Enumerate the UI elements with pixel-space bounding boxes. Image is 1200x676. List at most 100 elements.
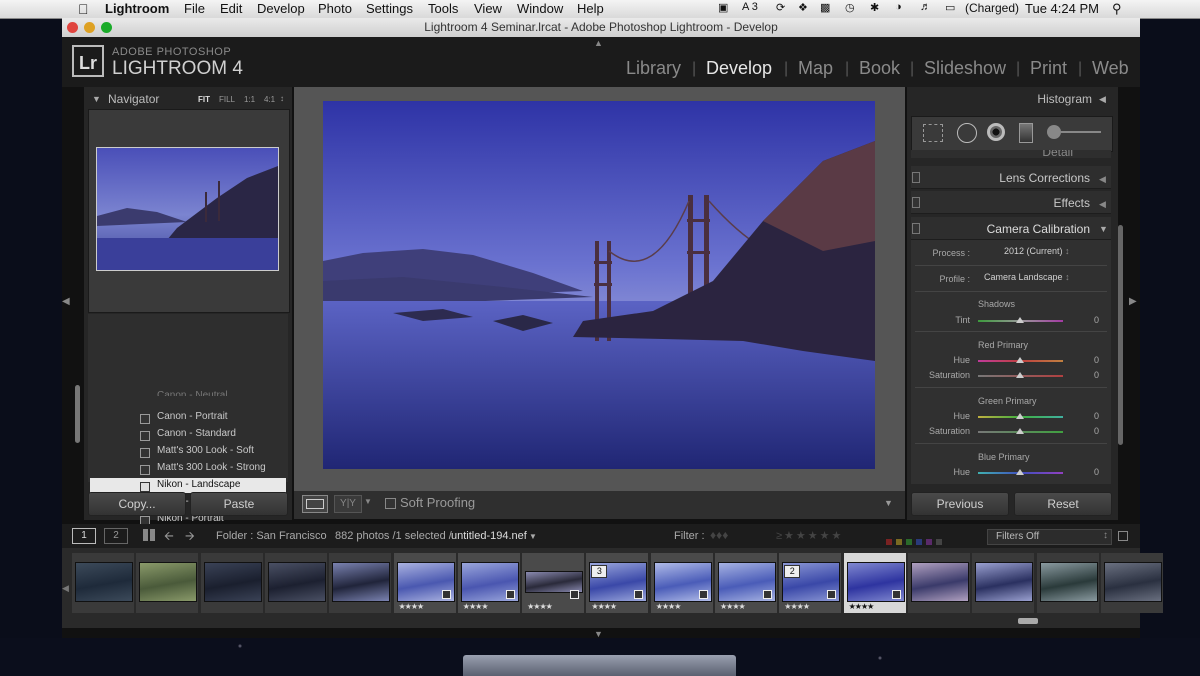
folder-label[interactable]: Folder : San Francisco [216, 530, 327, 542]
filmstrip-thumbnail[interactable] [332, 562, 391, 602]
reset-button[interactable]: Reset [1014, 492, 1112, 516]
filmstrip-thumbnail[interactable] [203, 562, 262, 602]
menu-photo[interactable]: Photo [318, 1, 352, 16]
menu-app-name[interactable]: Lightroom [105, 1, 169, 16]
thumbnail-rating-stars[interactable]: ★★★★ [656, 602, 682, 611]
profile-select[interactable]: Camera Landscape ↕ [984, 272, 1094, 286]
previous-arrow-icon[interactable]: 🡨 [164, 527, 174, 548]
filmstrip-thumbnail[interactable] [139, 562, 198, 602]
module-web[interactable]: Web [1092, 58, 1129, 79]
filmstrip-thumbnail[interactable] [1039, 562, 1098, 602]
soft-proofing-checkbox[interactable] [385, 498, 396, 509]
blue-hue-knob[interactable] [1016, 469, 1024, 475]
left-panel-toggle-icon[interactable]: ◀ [62, 296, 70, 307]
module-book[interactable]: Book [859, 58, 900, 79]
zoom-1-1[interactable]: 1:1 [244, 95, 255, 104]
preset-item[interactable]: Nikon - Landscape [157, 479, 240, 490]
before-after-icon[interactable]: Y|Y [334, 495, 362, 513]
bluetooth-icon[interactable]: ❖ [798, 1, 808, 14]
thumbnail-rating-stars[interactable]: ★★★★ [463, 602, 489, 611]
purple-label-filter[interactable] [926, 539, 932, 545]
crop-tool-icon[interactable] [923, 124, 943, 142]
red-hue-value[interactable]: 0 [1094, 355, 1099, 365]
filmstrip-thumbnail[interactable] [75, 562, 133, 602]
shadows-tint-knob[interactable] [1016, 317, 1024, 323]
no-label-filter[interactable] [936, 539, 942, 545]
calibration-collapse-icon[interactable]: ▼ [1099, 224, 1108, 234]
preset-item[interactable]: Canon - Standard [157, 428, 236, 439]
red-saturation-knob[interactable] [1016, 372, 1024, 378]
second-window-button[interactable]: 2 [104, 528, 128, 544]
filmstrip-thumbnail[interactable] [267, 562, 326, 602]
graduated-filter-icon[interactable] [1019, 123, 1033, 143]
main-window-button[interactable]: 1 [72, 528, 96, 544]
lens-collapse-icon[interactable]: ◀ [1099, 174, 1106, 185]
zoom-menu-icon[interactable]: ↕ [280, 94, 284, 103]
menu-help[interactable]: Help [577, 1, 604, 16]
blue-hue-value[interactable]: 0 [1094, 467, 1099, 477]
left-panel-scrollbar[interactable] [75, 385, 80, 443]
thumbnail-rating-stars[interactable]: ★★★★ [591, 602, 617, 611]
histogram-collapse-icon[interactable]: ◀ [1099, 94, 1106, 105]
main-photo[interactable] [323, 101, 875, 469]
lens-corrections-toggle[interactable] [912, 172, 920, 183]
filmstrip-thumbnail[interactable] [910, 562, 969, 602]
top-panel-toggle-icon[interactable]: ▲ [594, 38, 603, 48]
loupe-view-icon[interactable] [302, 495, 328, 513]
menu-file[interactable]: File [184, 1, 205, 16]
green-hue-value[interactable]: 0 [1094, 411, 1099, 421]
thumbnail-rating-stars[interactable]: ★★★★ [849, 602, 875, 611]
green-label-filter[interactable] [906, 539, 912, 545]
before-after-menu-icon[interactable]: ▼ [364, 497, 372, 506]
filmstrip-left-arrow-icon[interactable]: ◀ [62, 583, 69, 594]
red-eye-icon[interactable] [987, 123, 1005, 141]
clock[interactable]: Tue 4:24 PM [1025, 1, 1099, 16]
filmstrip-scrollbar-thumb[interactable] [1018, 618, 1038, 624]
detail-panel-header[interactable]: Detail [911, 150, 1111, 158]
next-arrow-icon[interactable]: 🡪 [185, 527, 195, 548]
menu-develop[interactable]: Develop [257, 1, 305, 16]
zoom-window-button[interactable] [101, 22, 112, 33]
previous-button[interactable]: Previous [911, 492, 1009, 516]
flag-filter-icons[interactable]: ♦♦♦ [710, 528, 728, 542]
dock[interactable] [463, 655, 736, 676]
green-saturation-value[interactable]: 0 [1094, 426, 1099, 436]
apple-icon[interactable]:  [78, 1, 89, 17]
thumbnail-rating-stars[interactable]: ★★★★ [527, 602, 553, 611]
wifi-icon[interactable]: ◑ [895, 1, 902, 13]
menu-edit[interactable]: Edit [220, 1, 242, 16]
effects-toggle[interactable] [912, 197, 920, 208]
display-icon[interactable]: ▩ [820, 1, 830, 14]
preset-item[interactable]: Canon - Neutral [157, 390, 228, 396]
module-develop[interactable]: Develop [706, 58, 772, 79]
histogram-title[interactable]: Histogram [1037, 92, 1092, 106]
filmstrip-thumbnail[interactable] [975, 562, 1034, 602]
filename-menu-icon[interactable]: ▼ [529, 532, 537, 541]
rating-filter-stars[interactable]: ≥★★★★★ [776, 529, 843, 542]
red-label-filter[interactable] [886, 539, 892, 545]
process-select[interactable]: 2012 (Current) ↕ [1004, 246, 1084, 260]
green-hue-knob[interactable] [1016, 413, 1024, 419]
red-saturation-value[interactable]: 0 [1094, 370, 1099, 380]
menu-tools[interactable]: Tools [428, 1, 458, 16]
copy-button[interactable]: Copy... [88, 492, 186, 516]
filmstrip-thumbnail[interactable] [1103, 562, 1162, 602]
module-map[interactable]: Map [798, 58, 833, 79]
module-print[interactable]: Print [1030, 58, 1067, 79]
thumbnail-rating-stars[interactable]: ★★★★ [399, 602, 425, 611]
menu-settings[interactable]: Settings [366, 1, 413, 16]
close-window-button[interactable] [67, 22, 78, 33]
zoom-fill[interactable]: FILL [219, 95, 235, 104]
preset-item[interactable]: Canon - Portrait [157, 411, 228, 422]
menu-window[interactable]: Window [517, 1, 563, 16]
battery-icon[interactable]: ▭ [945, 1, 955, 14]
right-panel-scrollbar[interactable] [1118, 225, 1123, 445]
time-machine-icon[interactable]: ◷ [845, 1, 855, 14]
adjustment-brush-icon[interactable] [1047, 125, 1061, 139]
grid-view-icon[interactable] [143, 529, 155, 541]
module-library[interactable]: Library [626, 58, 681, 79]
menu-view[interactable]: View [474, 1, 502, 16]
right-panel-toggle-icon[interactable]: ▶ [1129, 296, 1137, 307]
effects-collapse-icon[interactable]: ◀ [1099, 199, 1106, 210]
toolbar-menu-icon[interactable]: ▼ [884, 498, 893, 508]
